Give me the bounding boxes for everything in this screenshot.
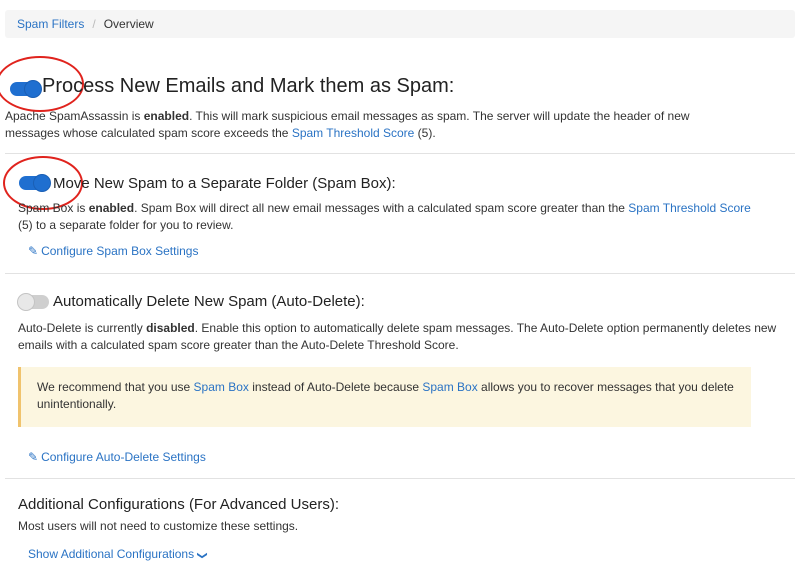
chevron-down-icon: ❯	[196, 551, 208, 560]
additional-config-title: Additional Configurations (For Advanced …	[18, 496, 339, 513]
pencil-icon: ✎	[28, 244, 39, 258]
spam-threshold-score-link[interactable]: Spam Threshold Score	[628, 201, 751, 215]
configure-auto-delete-link[interactable]: ✎ Configure Auto-Delete Settings	[28, 450, 206, 464]
auto-delete-description: Auto-Delete is currently disabled. Enabl…	[18, 321, 777, 352]
spam-threshold-score-link[interactable]: Spam Threshold Score	[292, 126, 415, 140]
pencil-icon: ✎	[28, 450, 39, 464]
process-spam-title: Process New Emails and Mark them as Spam…	[42, 75, 455, 97]
show-additional-config-link[interactable]: Show Additional Configurations ❯	[28, 547, 208, 561]
spam-box-description: Spam Box is enabled. Spam Box will direc…	[18, 201, 751, 232]
configure-spam-box-link[interactable]: ✎ Configure Spam Box Settings	[28, 244, 198, 258]
spam-box-link[interactable]: Spam Box	[422, 380, 477, 394]
configure-spam-box-label[interactable]: Configure Spam Box Settings	[41, 244, 198, 258]
additional-config-description: Most users will not need to customize th…	[18, 519, 299, 533]
process-status-enabled: enabled	[143, 109, 190, 123]
auto-delete-toggle[interactable]	[17, 293, 49, 311]
process-spam-toggle[interactable]	[10, 80, 42, 98]
process-spam-description: Apache SpamAssassin is enabled. This wil…	[5, 109, 690, 140]
spam-box-toggle[interactable]	[19, 174, 51, 192]
breadcrumb-current: Overview	[103, 17, 154, 31]
spam-box-recommendation-alert: We recommend that you use Spam Box inste…	[18, 367, 751, 427]
toggle-knob	[33, 174, 51, 192]
toggle-knob	[17, 293, 35, 311]
toggle-knob	[24, 80, 42, 98]
breadcrumb-separator: /	[92, 17, 96, 31]
spam-box-title: Move New Spam to a Separate Folder (Spam…	[53, 175, 396, 192]
configure-auto-delete-label[interactable]: Configure Auto-Delete Settings	[41, 450, 206, 464]
show-additional-config-label[interactable]: Show Additional Configurations	[28, 547, 194, 561]
spam-box-status-enabled: enabled	[88, 201, 135, 215]
auto-delete-title: Automatically Delete New Spam (Auto-Dele…	[53, 293, 365, 310]
breadcrumb: Spam Filters / Overview	[5, 10, 795, 38]
breadcrumb-spam-filters[interactable]: Spam Filters	[17, 17, 84, 31]
auto-delete-status-disabled: disabled	[146, 321, 195, 335]
spam-box-link[interactable]: Spam Box	[194, 380, 249, 394]
